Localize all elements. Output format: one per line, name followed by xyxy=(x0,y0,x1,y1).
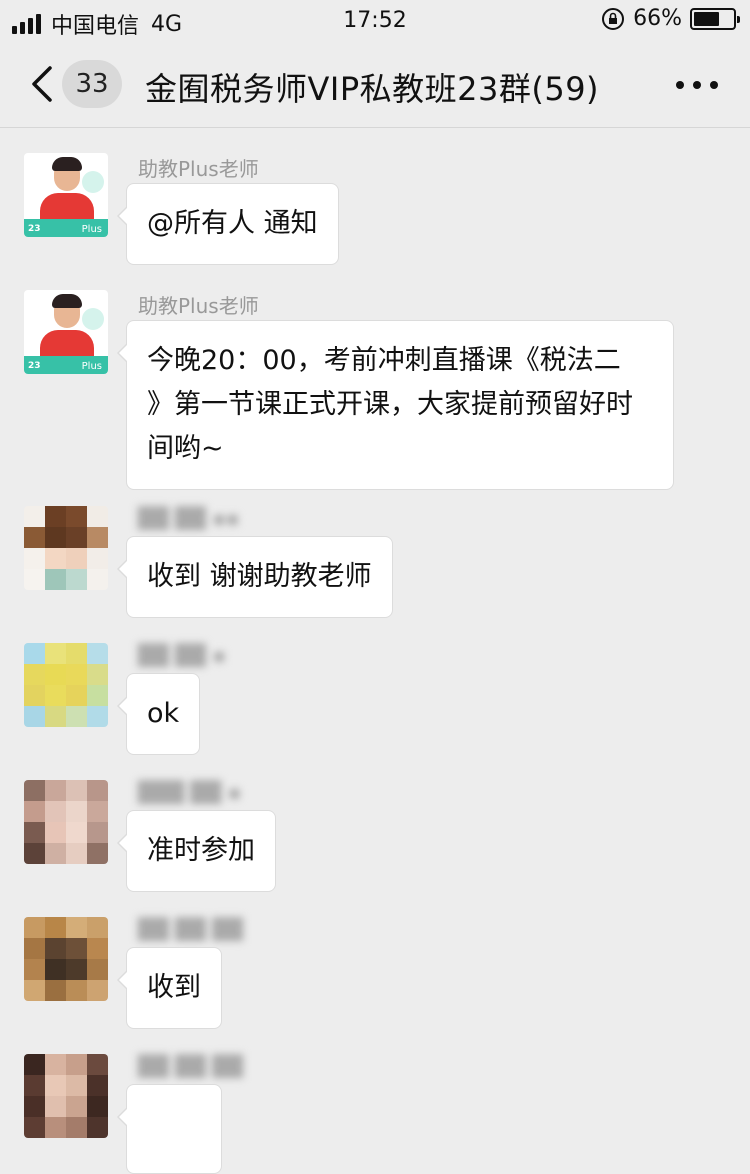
avatar[interactable] xyxy=(24,506,108,590)
avatar[interactable] xyxy=(24,780,108,864)
rotation-lock-icon xyxy=(602,7,625,30)
sender-name-redacted: ██ ██ ▪▪ xyxy=(138,506,240,530)
sender-name: 助教Plus老师 xyxy=(138,157,259,181)
message-text-line: 间哟~ xyxy=(147,433,224,464)
sender-name-redacted: ██ ██ ██ xyxy=(138,1054,243,1078)
sender-name-redacted: ███ ██ ▪ xyxy=(138,780,242,804)
avatar[interactable] xyxy=(24,917,108,1001)
message-bubble[interactable]: 准时参加 xyxy=(117,810,276,892)
avatar[interactable]: 23 Plus xyxy=(24,290,108,374)
message-bubble[interactable]: 收到 xyxy=(117,947,222,1029)
message-text: 准时参加 xyxy=(147,835,255,866)
message-text: 收到 xyxy=(147,972,201,1003)
message-bubble[interactable]: @所有人 通知 xyxy=(117,183,339,265)
message-text: @所有人 通知 xyxy=(147,208,318,239)
message-bubble[interactable]: ok xyxy=(116,673,201,755)
message-bubble[interactable]: 收到 谢谢助教老师 xyxy=(117,536,393,618)
message-text-line: 今晚20：00，考前冲刺直播课《税法二 xyxy=(147,345,621,376)
message-bubble[interactable]: 今晚20：00，考前冲刺直播课《税法二 》第一节课正式开课，大家提前预留好时 间… xyxy=(117,320,674,490)
battery-icon xyxy=(690,7,740,30)
avatar-brand-text: Plus xyxy=(81,361,102,372)
unread-count-badge[interactable]: 33 xyxy=(62,60,122,108)
sender-name-redacted: ██ ██ ▪ xyxy=(138,643,226,667)
avatar[interactable] xyxy=(24,643,108,727)
more-dots-icon[interactable] xyxy=(676,72,718,98)
message-text-line: 》第一节课正式开课，大家提前预留好时 xyxy=(147,389,633,420)
message-text: 收到 谢谢助教老师 xyxy=(147,561,372,592)
message-bubble[interactable] xyxy=(117,1084,222,1174)
avatar-logo-icon: 23 xyxy=(28,361,41,371)
chat-header: 33 金囿税务师VIP私教班23群(59) xyxy=(0,42,750,128)
sender-name-redacted: ██ ██ ██ xyxy=(138,917,243,941)
chat-title: 金囿税务师VIP私教班23群(59) xyxy=(145,70,600,108)
avatar[interactable]: 23 Plus xyxy=(24,153,108,237)
message-text: ok xyxy=(147,698,180,729)
avatar[interactable] xyxy=(24,1054,108,1138)
chevron-left-icon[interactable] xyxy=(28,64,58,104)
battery-percent: 66% xyxy=(633,6,682,31)
sender-name: 助教Plus老师 xyxy=(138,294,259,318)
avatar-brand-text: Plus xyxy=(81,224,102,235)
status-bar: 中国电信 4G 17:52 66% xyxy=(0,0,750,42)
avatar-logo-icon: 23 xyxy=(28,224,41,234)
